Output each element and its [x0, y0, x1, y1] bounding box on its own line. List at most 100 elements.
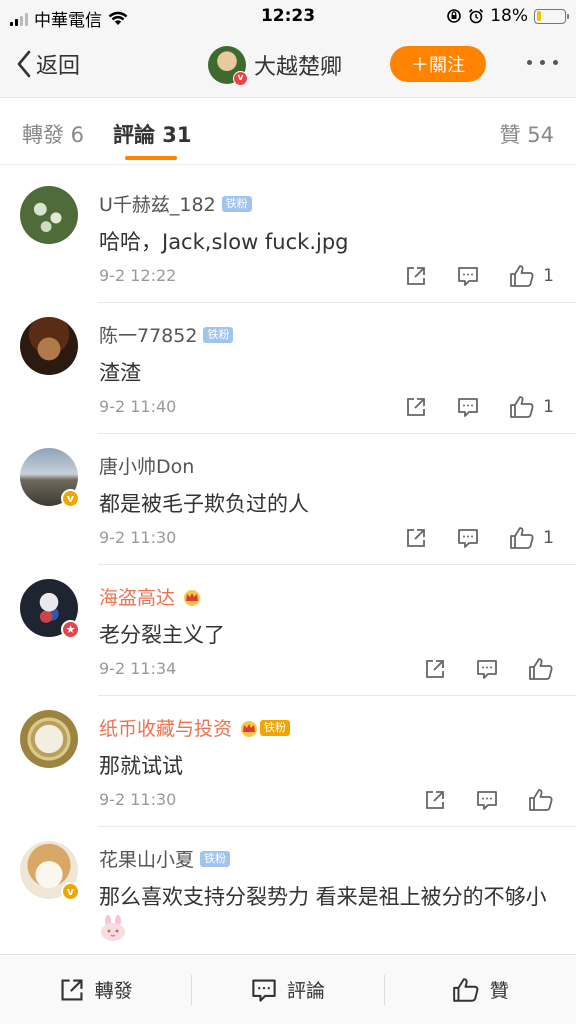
crown-icon — [241, 720, 258, 737]
comment-actions: 1 — [375, 395, 554, 419]
comment-text: 哈哈，Jack,slow fuck.jpg — [99, 230, 349, 254]
comment-time: 9-2 11:30 — [99, 790, 177, 809]
commenter-name[interactable]: 海盗高达 — [99, 583, 203, 610]
reply-button[interactable] — [457, 396, 479, 418]
reply-button[interactable] — [457, 527, 479, 549]
comment-icon — [458, 267, 479, 286]
fan-badge: 铁粉 — [260, 719, 291, 736]
comment-time: 9-2 11:40 — [99, 397, 177, 416]
comment-icon — [458, 529, 479, 548]
thumbs-up-icon — [529, 658, 553, 680]
back-button[interactable]: 返回 — [16, 48, 80, 80]
tab-like[interactable]: 贊 54 — [500, 119, 554, 149]
list-item: ★ 海盗高达 老分裂主义了 9-2 11:34 — [0, 565, 576, 696]
fan-badge: 铁粉 — [203, 326, 234, 343]
comment-text: 渣渣 — [99, 361, 141, 385]
reply-button[interactable] — [476, 658, 498, 680]
like-count: 1 — [543, 266, 554, 286]
author-name[interactable]: 大越楚卿 — [254, 49, 342, 81]
fan-badge: 铁粉 — [221, 195, 252, 212]
commenter-name[interactable]: 唐小帅Don — [99, 452, 194, 479]
fan-badge: 铁粉 — [200, 850, 231, 867]
reply-button[interactable] — [476, 789, 498, 811]
user-name[interactable]: U千赫兹_182 — [99, 190, 216, 217]
chevron-left-icon — [17, 50, 31, 78]
avatar[interactable] — [20, 317, 78, 375]
comment-text-body: 那么喜欢支持分裂势力 看来是祖上被分的不够小 — [99, 885, 547, 909]
reply-button[interactable] — [457, 265, 479, 287]
comment-actions: 1 — [375, 526, 554, 550]
comment-time: 9-2 11:30 — [99, 528, 177, 547]
comment-text: 老分裂主义了 — [99, 623, 225, 647]
system-indicators: 18% — [446, 6, 569, 26]
avatar[interactable] — [20, 710, 78, 768]
user-name[interactable]: 唐小帅Don — [99, 452, 194, 479]
comment-time: 9-2 11:34 — [99, 659, 177, 678]
like-button[interactable] — [528, 788, 554, 812]
tab-comment[interactable]: 評論 31 — [113, 119, 192, 149]
like-count: 1 — [543, 397, 554, 417]
thumbs-up-icon — [510, 396, 534, 418]
share-icon — [61, 978, 83, 1001]
more-options-icon[interactable] — [527, 60, 558, 65]
like-count: 1 — [543, 528, 554, 548]
comment-time: 9-2 12:22 — [99, 266, 177, 285]
like-button[interactable]: 1 — [509, 395, 554, 419]
share-icon — [407, 398, 426, 416]
like-button[interactable] — [528, 657, 554, 681]
user-name[interactable]: 纸币收藏与投资 — [99, 714, 232, 741]
list-item: v 唐小帅Don 都是被毛子欺负过的人 9-2 11:30 1 — [0, 434, 576, 565]
like-button[interactable]: 贊 — [385, 955, 576, 1024]
comment-button[interactable]: 評論 — [192, 955, 383, 1024]
status-bar: 中華電信 12:23 18% — [0, 0, 576, 34]
verified-badge-icon: ★ — [61, 620, 80, 639]
commenter-name[interactable]: U千赫兹_182 铁粉 — [99, 190, 252, 217]
like-label: 贊 — [489, 980, 509, 1002]
avatar[interactable] — [20, 186, 78, 244]
share-button[interactable] — [424, 658, 446, 680]
commenter-name[interactable]: 陈一77852 铁粉 — [99, 321, 234, 348]
comment-icon — [458, 398, 479, 417]
back-label: 返回 — [36, 54, 81, 79]
commenter-name[interactable]: 纸币收藏与投资 铁粉 — [99, 714, 291, 741]
repost-button[interactable]: 轉發 — [0, 955, 191, 1024]
share-button[interactable] — [405, 265, 427, 287]
commenter-name[interactable]: 花果山小夏 铁粉 — [99, 845, 231, 872]
follow-button[interactable]: ＋關注 — [390, 46, 486, 82]
orientation-lock-icon — [447, 9, 462, 23]
user-name[interactable]: 陈一77852 — [99, 321, 197, 348]
share-icon — [426, 660, 444, 678]
user-name[interactable]: 海盗高达 — [99, 583, 175, 610]
share-button[interactable] — [424, 789, 446, 811]
avatar[interactable]: v — [208, 46, 248, 86]
comment-label: 評論 — [286, 980, 325, 1002]
avatar[interactable]: v — [20, 448, 80, 508]
user-name[interactable]: 花果山小夏 — [99, 845, 194, 872]
comment-list: U千赫兹_182 铁粉 哈哈，Jack,slow fuck.jpg 9-2 12… — [0, 172, 576, 954]
crown-icon — [184, 589, 201, 606]
avatar[interactable]: v — [20, 841, 80, 901]
author-header[interactable]: v 大越楚卿 — [208, 46, 342, 86]
share-icon — [426, 791, 444, 809]
thumbs-up-icon — [510, 265, 534, 287]
list-item: v 花果山小夏 铁粉 那么喜欢支持分裂势力 看来是祖上被分的不够小 — [0, 827, 576, 954]
like-button[interactable]: 1 — [509, 526, 554, 550]
verified-badge-icon: v — [61, 882, 80, 901]
list-item: 纸币收藏与投资 铁粉 那就试试 9-2 11:30 — [0, 696, 576, 827]
comment-text: 那么喜欢支持分裂势力 看来是祖上被分的不够小 — [99, 881, 559, 945]
list-item: U千赫兹_182 铁粉 哈哈，Jack,slow fuck.jpg 9-2 12… — [0, 172, 576, 303]
comment-actions — [394, 788, 554, 812]
share-button[interactable] — [405, 527, 427, 549]
like-button[interactable]: 1 — [509, 264, 554, 288]
thumbs-up-icon — [510, 527, 534, 549]
verified-badge-icon: v — [233, 71, 248, 86]
share-button[interactable] — [405, 396, 427, 418]
share-icon — [407, 529, 426, 547]
tab-repost[interactable]: 轉發 6 — [22, 119, 84, 149]
comment-actions: 1 — [375, 264, 554, 288]
comment-text: 那就试试 — [99, 754, 183, 778]
bottom-action-bar: 轉發 評論 贊 — [0, 954, 576, 1024]
thumbs-up-icon — [529, 789, 553, 811]
avatar[interactable]: ★ — [20, 579, 80, 639]
comment-icon — [477, 791, 497, 810]
